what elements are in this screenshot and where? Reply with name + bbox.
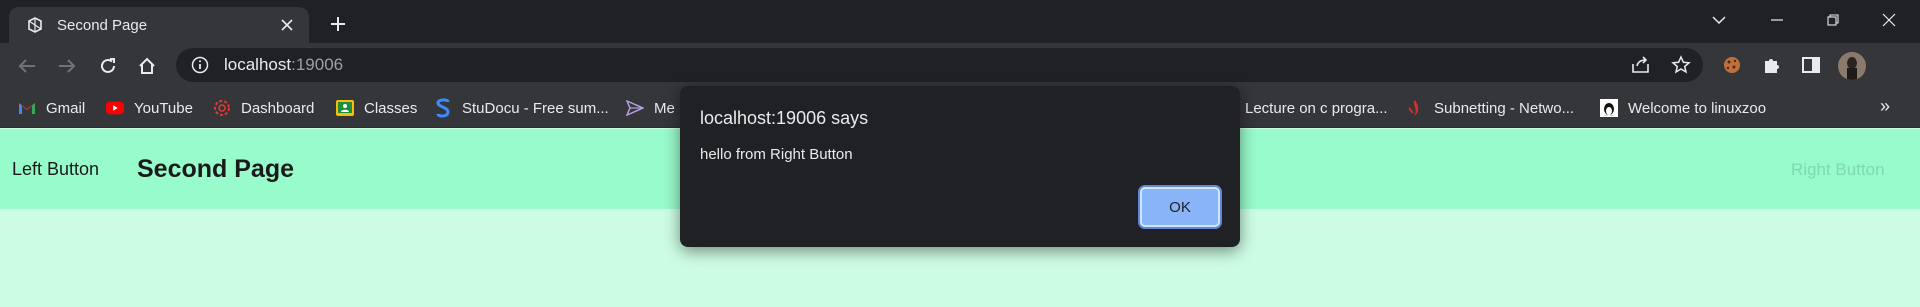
youtube-icon: [106, 99, 124, 117]
page-title: Second Page: [137, 155, 294, 183]
ok-button[interactable]: OK: [1140, 187, 1220, 227]
window-close-icon[interactable]: [1866, 0, 1912, 40]
address-port: :19006: [291, 55, 344, 74]
tab-search-chevron-down-icon[interactable]: [1696, 0, 1742, 40]
profile-avatar[interactable]: [1838, 52, 1866, 80]
alert-dialog: localhost:19006 says hello from Right Bu…: [680, 86, 1240, 247]
browser-toolbar: localhost:19006: [0, 43, 1920, 88]
bookmark-label: Subnetting - Netwo...: [1434, 99, 1575, 117]
tab-title: Second Page: [57, 16, 148, 34]
new-tab-plus-icon[interactable]: [323, 9, 353, 39]
back-arrow-icon[interactable]: [11, 50, 43, 82]
studocu-icon: [434, 98, 452, 118]
site-info-icon[interactable]: [190, 55, 210, 75]
bookmark-classes[interactable]: Classes: [336, 96, 417, 120]
bookmark-studocu[interactable]: StuDocu - Free sum...: [434, 96, 609, 120]
classroom-icon: [336, 99, 354, 117]
bookmark-label: YouTube: [134, 99, 193, 117]
right-button[interactable]: Right Button: [1791, 160, 1885, 180]
page-favicon-icon: [25, 15, 45, 35]
gmail-icon: [18, 99, 36, 117]
cookie-extension-icon[interactable]: [1719, 52, 1745, 78]
extensions-puzzle-icon[interactable]: [1759, 52, 1785, 78]
restore-icon[interactable]: [1810, 0, 1856, 40]
tab-strip: Second Page: [0, 0, 1920, 43]
subnetting-icon: [1406, 99, 1424, 117]
bookmark-label: Me: [654, 99, 675, 117]
side-panel-icon[interactable]: [1798, 52, 1824, 78]
bookmark-linuxzoo[interactable]: Welcome to linuxzoo: [1600, 96, 1766, 120]
bookmark-me[interactable]: Me: [626, 96, 675, 120]
bookmark-label: Lecture on c progra...: [1245, 99, 1388, 117]
bookmark-label: StuDocu - Free sum...: [462, 99, 609, 117]
address-host: localhost: [224, 55, 292, 74]
bookmark-label: Classes: [364, 99, 418, 117]
left-button[interactable]: Left Button: [12, 159, 99, 180]
address-bar[interactable]: localhost:19006: [176, 48, 1703, 82]
tab-close-icon[interactable]: [277, 15, 297, 35]
bookmark-lecture[interactable]: Lecture on c progra...: [1245, 96, 1388, 120]
forward-arrow-icon[interactable]: [51, 50, 83, 82]
home-icon[interactable]: [131, 50, 163, 82]
share-icon[interactable]: [1631, 55, 1651, 75]
bookmark-gmail[interactable]: Gmail: [18, 96, 85, 120]
dialog-title: localhost:19006 says: [700, 108, 869, 128]
bookmarks-overflow-chevron-icon[interactable]: »: [1880, 96, 1890, 117]
dashboard-icon: [213, 99, 231, 117]
bookmark-label: Gmail: [46, 99, 86, 117]
linuxzoo-icon: [1600, 99, 1618, 117]
dialog-message: hello from Right Button: [700, 146, 853, 163]
reload-icon[interactable]: [92, 50, 124, 82]
browser-tab[interactable]: Second Page: [9, 7, 309, 43]
send-icon: [626, 99, 644, 117]
bookmark-label: Dashboard: [241, 99, 315, 117]
bookmark-subnetting[interactable]: Subnetting - Netwo...: [1406, 96, 1574, 120]
bookmark-youtube[interactable]: YouTube: [106, 96, 193, 120]
bookmark-dashboard[interactable]: Dashboard: [213, 96, 314, 120]
bookmark-star-icon[interactable]: [1671, 55, 1691, 75]
bookmark-label: Welcome to linuxzoo: [1628, 99, 1767, 117]
minimize-icon[interactable]: [1754, 0, 1800, 40]
